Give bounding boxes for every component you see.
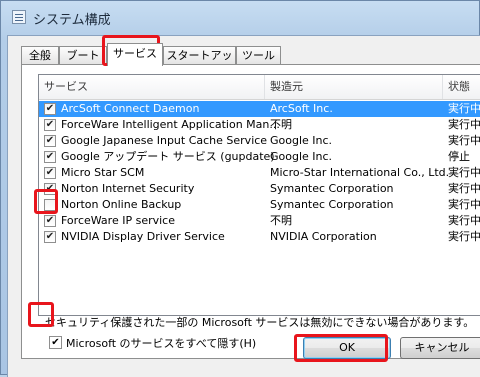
- column-header-manufacturer[interactable]: 製造元: [265, 75, 443, 99]
- service-manufacturer: Symantec Corporation: [270, 182, 394, 195]
- service-checkbox[interactable]: ✔: [44, 183, 56, 195]
- system-config-window: システム構成 全般 ブート サービス スタートアップ ツール サービス 製造元 …: [0, 0, 480, 377]
- service-name: Micro Star SCM: [61, 166, 145, 179]
- service-row[interactable]: ✔ NVIDIA Display Driver Service NVIDIA C…: [39, 229, 480, 245]
- list-header: サービス 製造元 状態: [39, 75, 480, 100]
- ok-button[interactable]: OK: [303, 337, 391, 359]
- title-bar[interactable]: システム構成: [1, 1, 480, 35]
- tab-general[interactable]: 全般: [21, 46, 59, 65]
- service-manufacturer: 不明: [270, 214, 292, 227]
- service-manufacturer: Google Inc.: [270, 150, 333, 163]
- service-row[interactable]: ✔ Google Japanese Input Cache Service Go…: [39, 133, 480, 149]
- hide-microsoft-checkbox[interactable]: ✔: [49, 336, 62, 349]
- service-name: ForceWare IP service: [61, 214, 175, 227]
- service-manufacturer: ArcSoft Inc.: [270, 102, 333, 115]
- service-name: Norton Online Backup: [61, 198, 182, 211]
- service-checkbox[interactable]: ✔: [44, 167, 56, 179]
- service-status: 実行中: [448, 134, 480, 147]
- dialog-body: 全般 ブート サービス スタートアップ ツール サービス 製造元 状態 ✔ Ar…: [7, 35, 480, 377]
- service-name: ArcSoft Connect Daemon: [61, 102, 200, 115]
- cancel-button[interactable]: キャンセル: [400, 337, 480, 359]
- service-status: 実行中: [448, 182, 480, 195]
- service-manufacturer: Google Inc.: [270, 134, 333, 147]
- service-checkbox[interactable]: ✔: [44, 231, 56, 243]
- service-status: 実行中: [448, 102, 480, 115]
- column-header-status[interactable]: 状態: [443, 75, 480, 99]
- services-list[interactable]: サービス 製造元 状態 ✔ ArcSoft Connect Daemon Arc…: [38, 74, 480, 316]
- service-name: Norton Internet Security: [61, 182, 195, 195]
- window-title: システム構成: [33, 13, 111, 28]
- service-row[interactable]: ✔ Norton Internet Security Symantec Corp…: [39, 181, 480, 197]
- tab-boot[interactable]: ブート: [59, 46, 107, 65]
- service-checkbox[interactable]: ✔: [44, 151, 56, 163]
- column-header-service[interactable]: サービス: [39, 75, 265, 99]
- service-status: 実行中: [448, 214, 480, 227]
- service-name: NVIDIA Display Driver Service: [61, 230, 225, 243]
- service-manufacturer: Symantec Corporation: [270, 198, 394, 211]
- msconfig-icon: [12, 10, 26, 24]
- service-checkbox[interactable]: [44, 199, 56, 211]
- service-row[interactable]: ✔ Google アップデート サービス (gupdate) Google In…: [39, 149, 480, 165]
- service-status: 停止: [448, 150, 470, 163]
- service-manufacturer: Micro-Star International Co., Ltd.: [270, 166, 450, 179]
- service-status: 実行中: [448, 198, 480, 211]
- service-name: Google Japanese Input Cache Service: [61, 134, 268, 147]
- service-row[interactable]: ✔ ForceWare IP service 不明 実行中: [39, 213, 480, 229]
- service-name: ForceWare Intelligent Application Man...: [61, 118, 280, 131]
- tab-startup[interactable]: スタートアップ: [163, 46, 236, 80]
- hide-microsoft-label: Microsoft のサービスをすべて隠す(H): [66, 337, 257, 350]
- service-row[interactable]: ✔ Micro Star SCM Micro-Star Internationa…: [39, 165, 480, 181]
- service-checkbox[interactable]: ✔: [44, 215, 56, 227]
- tab-tools[interactable]: ツール: [236, 46, 281, 65]
- service-checkbox[interactable]: ✔: [44, 135, 56, 147]
- tab-services[interactable]: サービス: [107, 43, 163, 66]
- service-status: 実行中: [448, 166, 480, 179]
- service-name: Google アップデート サービス (gupdate): [61, 150, 275, 163]
- service-manufacturer: NVIDIA Corporation: [270, 230, 377, 243]
- security-note: セキュリティ保護された一部の Microsoft サービスは無効にできない場合が…: [45, 316, 475, 329]
- service-row[interactable]: Norton Online Backup Symantec Corporatio…: [39, 197, 480, 213]
- service-status: 実行中: [448, 118, 480, 131]
- services-tab-panel: サービス 製造元 状態 ✔ ArcSoft Connect Daemon Arc…: [21, 64, 480, 359]
- service-status: 実行中: [448, 230, 480, 243]
- service-manufacturer: 不明: [270, 118, 292, 131]
- service-row[interactable]: ✔ ArcSoft Connect Daemon ArcSoft Inc. 実行…: [39, 101, 480, 117]
- service-checkbox[interactable]: ✔: [44, 119, 56, 131]
- service-checkbox[interactable]: ✔: [44, 103, 56, 115]
- service-row[interactable]: ✔ ForceWare Intelligent Application Man.…: [39, 117, 480, 133]
